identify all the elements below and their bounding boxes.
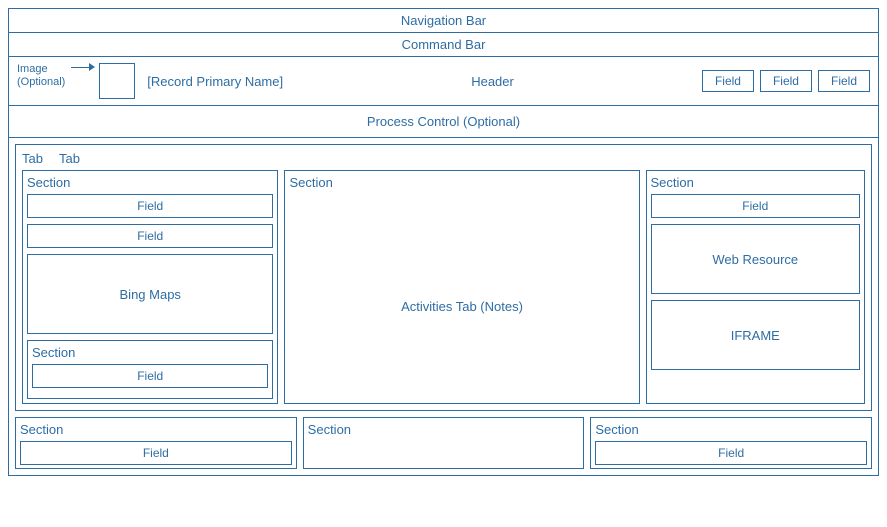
arrow-line [71,67,89,68]
bottom-sections: Section Field Section Section Field [15,417,872,469]
process-control: Process Control (Optional) [9,106,878,138]
tabs-body: Tab Tab Section Field Field Bing Maps Se… [15,144,872,411]
col1-lower-field[interactable]: Field [32,364,268,388]
bottom-col-2: Section [303,417,585,469]
header-row: Image (Optional) [Record Primary Name] H… [9,57,878,106]
header-label: Header [291,74,694,89]
bing-maps: Bing Maps [27,254,273,334]
command-bar: Command Bar [9,33,878,57]
bottom-col1-section: Section [20,422,292,437]
bottom-col-1: Section Field [15,417,297,469]
iframe-box: IFRAME [651,300,861,370]
tab-labels: Tab Tab [22,151,865,166]
col-1: Section Field Field Bing Maps Section Fi… [22,170,278,404]
col1-section-label: Section [27,175,273,190]
navigation-bar: Navigation Bar [9,9,878,33]
col-2: Section Activities Tab (Notes) [284,170,639,404]
image-label: Image (Optional) [17,63,65,89]
bottom-col2-section: Section [308,422,580,437]
main-container: Navigation Bar Command Bar Image (Option… [8,8,879,476]
record-name: [Record Primary Name] [147,74,283,89]
activities-tab: Activities Tab (Notes) [289,194,634,418]
col3-field-1[interactable]: Field [651,194,861,218]
tab-1-label[interactable]: Tab [22,151,43,166]
header-field-1[interactable]: Field [702,70,754,92]
col1-lower-section-label: Section [32,345,268,360]
col2-section-label: Section [289,175,634,190]
arrow [71,63,95,71]
image-area: Image (Optional) [17,63,135,99]
bottom-col1-field[interactable]: Field [20,441,292,465]
col1-field-1[interactable]: Field [27,194,273,218]
col1-lower-section: Section Field [27,340,273,399]
columns-row: Section Field Field Bing Maps Section Fi… [22,170,865,404]
tab-2-label[interactable]: Tab [59,151,80,166]
image-box [99,63,135,99]
header-field-2[interactable]: Field [760,70,812,92]
bottom-col3-field[interactable]: Field [595,441,867,465]
header-field-3[interactable]: Field [818,70,870,92]
col3-section-label: Section [651,175,861,190]
bottom-col-3: Section Field [590,417,872,469]
col-3: Section Field Web Resource IFRAME [646,170,866,404]
web-resource: Web Resource [651,224,861,294]
bottom-col3-section: Section [595,422,867,437]
arrow-head [89,63,95,71]
col1-field-2[interactable]: Field [27,224,273,248]
header-fields: Field Field Field [702,70,870,92]
